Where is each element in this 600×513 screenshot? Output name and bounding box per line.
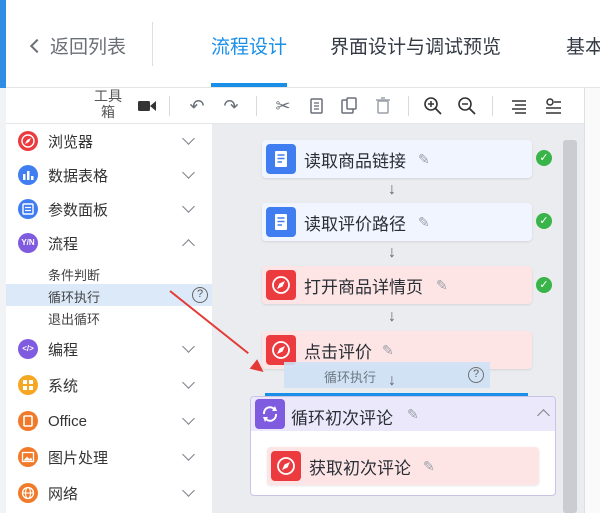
divider	[152, 22, 153, 66]
office-icon	[18, 411, 38, 431]
sidebar-subitem-condition[interactable]: 条件判断	[6, 262, 212, 284]
check-icon: ✓	[536, 150, 552, 166]
chevron-down-icon	[182, 339, 195, 353]
copy-icon[interactable]	[306, 95, 328, 117]
tab-ui-design-debug[interactable]: 界面设计与调试预览	[330, 32, 501, 59]
sidebar-item-browser[interactable]: 浏览器	[6, 124, 212, 158]
sidebar-item-office[interactable]: Office	[6, 404, 212, 438]
document-icon	[266, 207, 296, 237]
video-icon[interactable]	[136, 95, 158, 117]
flow-icon: Y/N	[18, 233, 38, 253]
toolbar-divider	[408, 96, 409, 116]
toolbar-divider	[492, 96, 493, 116]
arrow-down-icon: ↓	[388, 181, 396, 198]
paste-icon[interactable]	[338, 95, 360, 117]
window-edge	[0, 0, 6, 88]
network-icon	[18, 483, 38, 503]
sidebar-item-system[interactable]: 系统	[6, 368, 212, 402]
zoom-out-icon[interactable]	[456, 95, 478, 117]
chevron-down-icon	[182, 411, 195, 425]
tab-basic[interactable]: 基本	[566, 32, 600, 59]
flow-step-open-product-page[interactable]: 打开商品详情页 ✎	[262, 266, 532, 304]
undo-icon[interactable]: ↶	[186, 95, 208, 117]
document-icon	[266, 144, 296, 174]
canvas-scrollbar[interactable]	[563, 140, 577, 513]
chevron-down-icon	[182, 483, 195, 497]
back-to-list-link[interactable]: 返回列表	[29, 32, 127, 59]
drag-ghost-loop-action: 循环执行 ?	[284, 362, 490, 388]
delete-icon[interactable]	[372, 95, 394, 117]
flow-step-get-first-review[interactable]: 获取初次评论 ✎	[267, 447, 539, 485]
sidebar-item-image-processing[interactable]: 图片处理	[6, 440, 212, 474]
check-icon: ✓	[536, 213, 552, 229]
compass-icon	[266, 270, 296, 300]
align-icon[interactable]	[508, 95, 530, 117]
arrow-down-icon: ↓	[388, 372, 396, 389]
edit-icon[interactable]: ✎	[436, 277, 452, 293]
app-window: 返回列表 流程设计 界面设计与调试预览 基本 工具 箱 ↶ ↷ ✂ 浏览器 数据…	[0, 0, 600, 513]
edit-icon[interactable]: ✎	[382, 342, 398, 358]
check-icon: ✓	[536, 277, 552, 293]
image-icon	[18, 447, 38, 467]
loop-block[interactable]: 循环初次评论 ✎ 获取初次评论 ✎	[250, 396, 556, 496]
chevron-down-icon	[182, 131, 195, 145]
sidebar-subitem-exit-loop[interactable]: 退出循环	[6, 306, 212, 328]
toolbox-title: 工具 箱	[94, 88, 122, 120]
compass-icon	[18, 131, 38, 151]
top-bar: 返回列表 流程设计 界面设计与调试预览 基本	[0, 0, 600, 88]
right-panel	[584, 88, 600, 513]
toolbar-divider	[256, 96, 257, 116]
loop-icon	[255, 399, 285, 429]
redo-icon[interactable]: ↷	[220, 95, 242, 117]
chevron-down-icon	[182, 447, 195, 461]
zoom-in-icon[interactable]	[422, 95, 444, 117]
panel-icon	[18, 199, 38, 219]
back-label: 返回列表	[50, 37, 127, 58]
toolbar: 工具 箱 ↶ ↷ ✂	[6, 88, 600, 124]
settings-icon[interactable]	[542, 95, 564, 117]
flow-step-read-review-path[interactable]: 读取评价路径 ✎	[262, 203, 532, 241]
chevron-down-icon	[182, 375, 195, 389]
edit-icon[interactable]: ✎	[407, 406, 419, 423]
edit-icon[interactable]: ✎	[423, 458, 439, 474]
help-icon[interactable]: ?	[192, 287, 208, 303]
chevron-down-icon	[182, 199, 195, 213]
bar-chart-icon	[18, 165, 38, 185]
compass-icon	[271, 451, 301, 481]
chevron-up-icon	[182, 238, 195, 252]
tab-flow-design[interactable]: 流程设计	[211, 32, 287, 59]
sidebar-item-flow[interactable]: Y/N 流程	[6, 226, 212, 260]
compass-icon	[266, 335, 296, 365]
cut-icon[interactable]: ✂	[272, 95, 294, 117]
arrow-down-icon: ↓	[388, 308, 396, 325]
chevron-up-icon[interactable]	[537, 409, 550, 422]
toolbar-divider	[169, 96, 170, 116]
chevron-left-icon	[29, 38, 45, 54]
sidebar-item-data-table[interactable]: 数据表格	[6, 158, 212, 192]
flow-step-read-product-link[interactable]: 读取商品链接 ✎	[262, 140, 532, 178]
loop-block-header[interactable]: 循环初次评论 ✎	[251, 397, 555, 431]
code-icon: </>	[18, 339, 38, 359]
arrow-down-icon: ↓	[388, 244, 396, 261]
sidebar-item-programming[interactable]: </> 编程	[6, 332, 212, 366]
sidebar-item-network[interactable]: 网络	[6, 476, 212, 510]
system-icon	[18, 375, 38, 395]
toolbox-sidebar: 浏览器 数据表格 参数面板 Y/N 流程 条件判断 循环执行 ? 退出循环 </…	[6, 124, 212, 513]
sidebar-subitem-loop[interactable]: 循环执行 ?	[6, 284, 212, 306]
chevron-down-icon	[182, 165, 195, 179]
help-icon: ?	[468, 367, 484, 383]
edit-icon[interactable]: ✎	[418, 214, 434, 230]
edit-icon[interactable]: ✎	[418, 151, 434, 167]
sidebar-item-param-panel[interactable]: 参数面板	[6, 192, 212, 226]
active-tab-indicator	[211, 83, 287, 87]
